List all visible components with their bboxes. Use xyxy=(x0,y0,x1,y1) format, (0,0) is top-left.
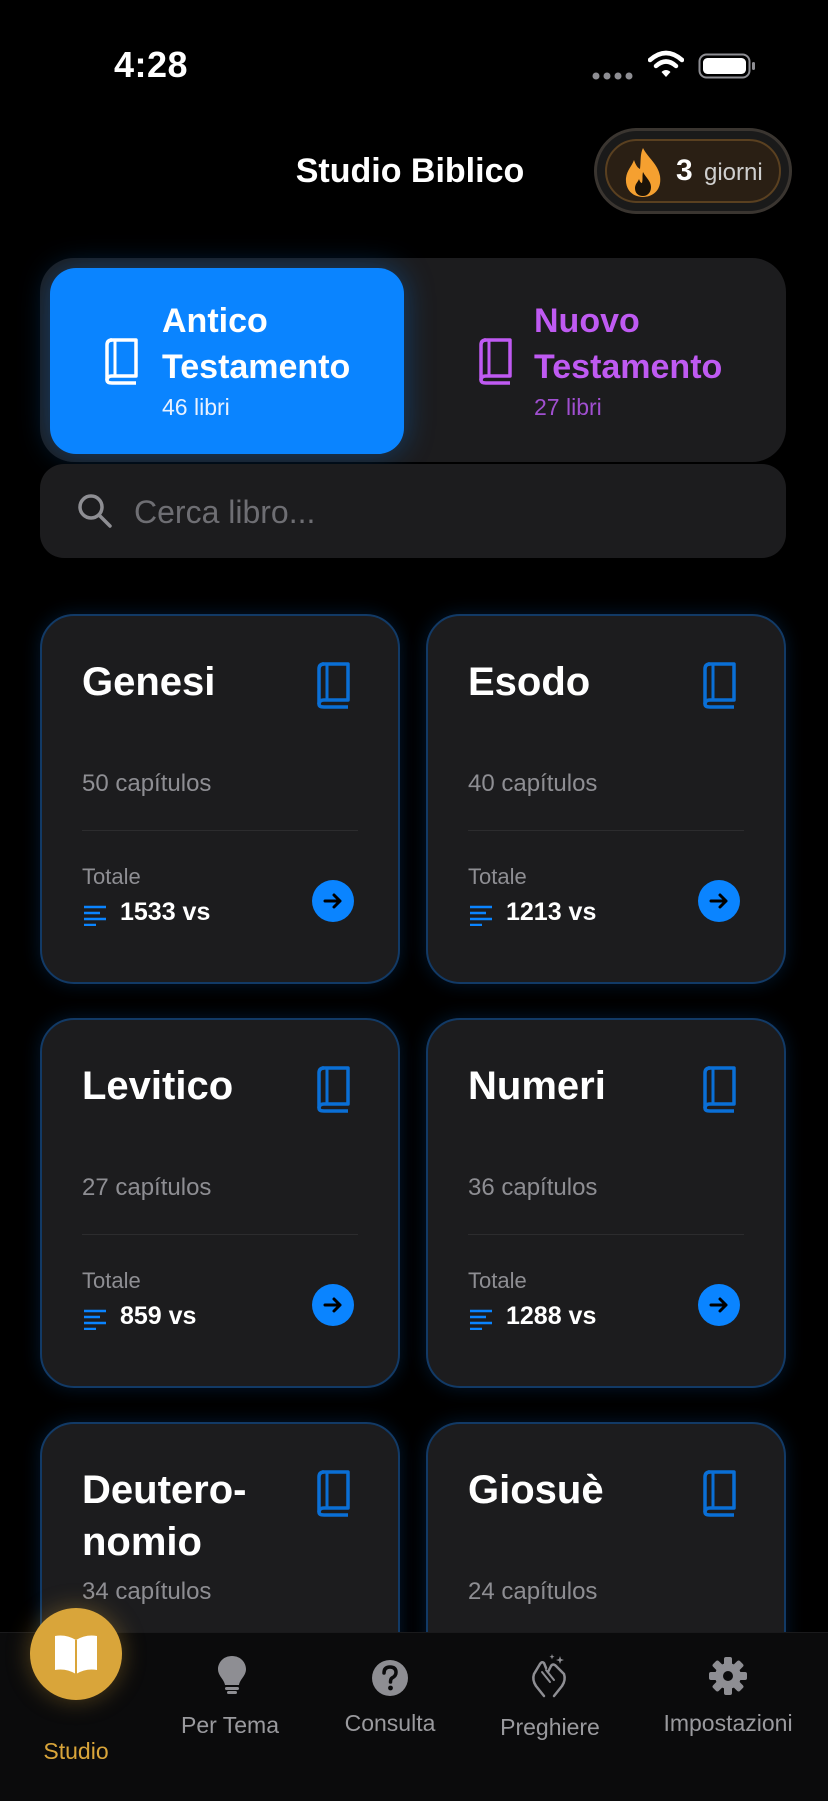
verse-count: 1288 vs xyxy=(506,1302,597,1330)
verse-count: 859 vs xyxy=(120,1302,197,1330)
status-time: 4:28 xyxy=(114,44,189,85)
streak-count: 3 xyxy=(676,154,693,187)
arrow-right-icon xyxy=(709,1297,728,1313)
open-book-button[interactable] xyxy=(698,1284,740,1326)
old-testament-count: 46 libri xyxy=(162,394,230,420)
chapter-count: 24 capítulos xyxy=(468,1578,598,1605)
tab-impostazioni-label: Impostazioni xyxy=(663,1710,793,1736)
gear-icon xyxy=(709,1657,747,1695)
divider xyxy=(82,1234,358,1235)
tab-studio-label: Studio xyxy=(43,1738,109,1764)
book-name: Giosuè xyxy=(468,1468,604,1512)
arrow-right-icon xyxy=(323,1297,342,1313)
new-testament-count: 27 libri xyxy=(534,394,602,420)
search-icon xyxy=(78,494,112,528)
text-lines-icon xyxy=(470,1309,492,1330)
verse-count: 1213 vs xyxy=(506,898,597,926)
book-icon xyxy=(479,338,512,385)
total-label: Totale xyxy=(468,864,527,889)
book-icon xyxy=(317,1066,350,1113)
book-card[interactable]: Numeri 36 capítulos Totale 1288 vs xyxy=(426,1018,786,1388)
search-input[interactable] xyxy=(132,480,756,544)
open-book-button[interactable] xyxy=(312,880,354,922)
chapter-count: 36 capítulos xyxy=(468,1174,598,1201)
book-icon xyxy=(703,1470,736,1517)
chapter-count: 40 capítulos xyxy=(468,770,598,797)
old-testament-title: Antico Testamento xyxy=(162,302,351,386)
book-card[interactable]: Esodo 40 capítulos Totale 1213 vs xyxy=(426,614,786,984)
new-testament-title: Nuovo Testamento xyxy=(534,302,723,386)
divider xyxy=(468,1234,744,1235)
chapter-count: 34 capítulos xyxy=(82,1578,212,1605)
divider xyxy=(82,830,358,831)
streak-label: giorni xyxy=(704,159,763,186)
verse-count: 1533 vs xyxy=(120,898,211,926)
book-name: Esodo xyxy=(468,660,591,704)
text-lines-icon xyxy=(84,1309,106,1330)
text-lines-icon xyxy=(470,905,492,926)
tab-studio[interactable] xyxy=(30,1608,122,1700)
wifi-icon xyxy=(648,50,684,77)
battery-icon xyxy=(698,53,755,79)
text-lines-icon xyxy=(84,905,106,926)
book-name: Genesi xyxy=(82,660,216,704)
cellular-signal-icon xyxy=(592,72,633,80)
tab-per-tema-label: Per Tema xyxy=(180,1712,279,1738)
chapter-count: 50 capítulos xyxy=(82,770,212,797)
flame-icon xyxy=(625,148,661,197)
book-icon xyxy=(317,662,350,709)
arrow-right-icon xyxy=(709,893,728,909)
book-card[interactable]: Levitico 27 capítulos Totale 859 vs xyxy=(40,1018,400,1388)
open-book-button[interactable] xyxy=(698,880,740,922)
lightbulb-icon xyxy=(218,1656,246,1694)
book-icon xyxy=(317,1470,350,1517)
total-label: Totale xyxy=(82,864,141,889)
tab-consulta-label: Consulta xyxy=(344,1710,436,1736)
open-book-button[interactable] xyxy=(312,1284,354,1326)
total-label: Totale xyxy=(82,1268,141,1293)
book-card[interactable]: Genesi 50 capítulos Totale 1533 vs xyxy=(40,614,400,984)
question-circle-icon xyxy=(372,1660,408,1696)
book-name: Numeri xyxy=(468,1064,606,1108)
book-icon xyxy=(703,1066,736,1113)
book-icon xyxy=(703,662,736,709)
praying-hands-icon xyxy=(532,1654,566,1698)
open-book-icon xyxy=(55,1635,97,1674)
book-name: Levitico xyxy=(82,1064,234,1108)
divider xyxy=(468,830,744,831)
book-name: Deutero- nomio xyxy=(82,1468,247,1564)
chapter-count: 27 capítulos xyxy=(82,1174,212,1201)
tab-preghiere-label: Preghiere xyxy=(500,1714,600,1740)
arrow-right-icon xyxy=(323,893,342,909)
book-icon xyxy=(105,338,138,385)
total-label: Totale xyxy=(468,1268,527,1293)
